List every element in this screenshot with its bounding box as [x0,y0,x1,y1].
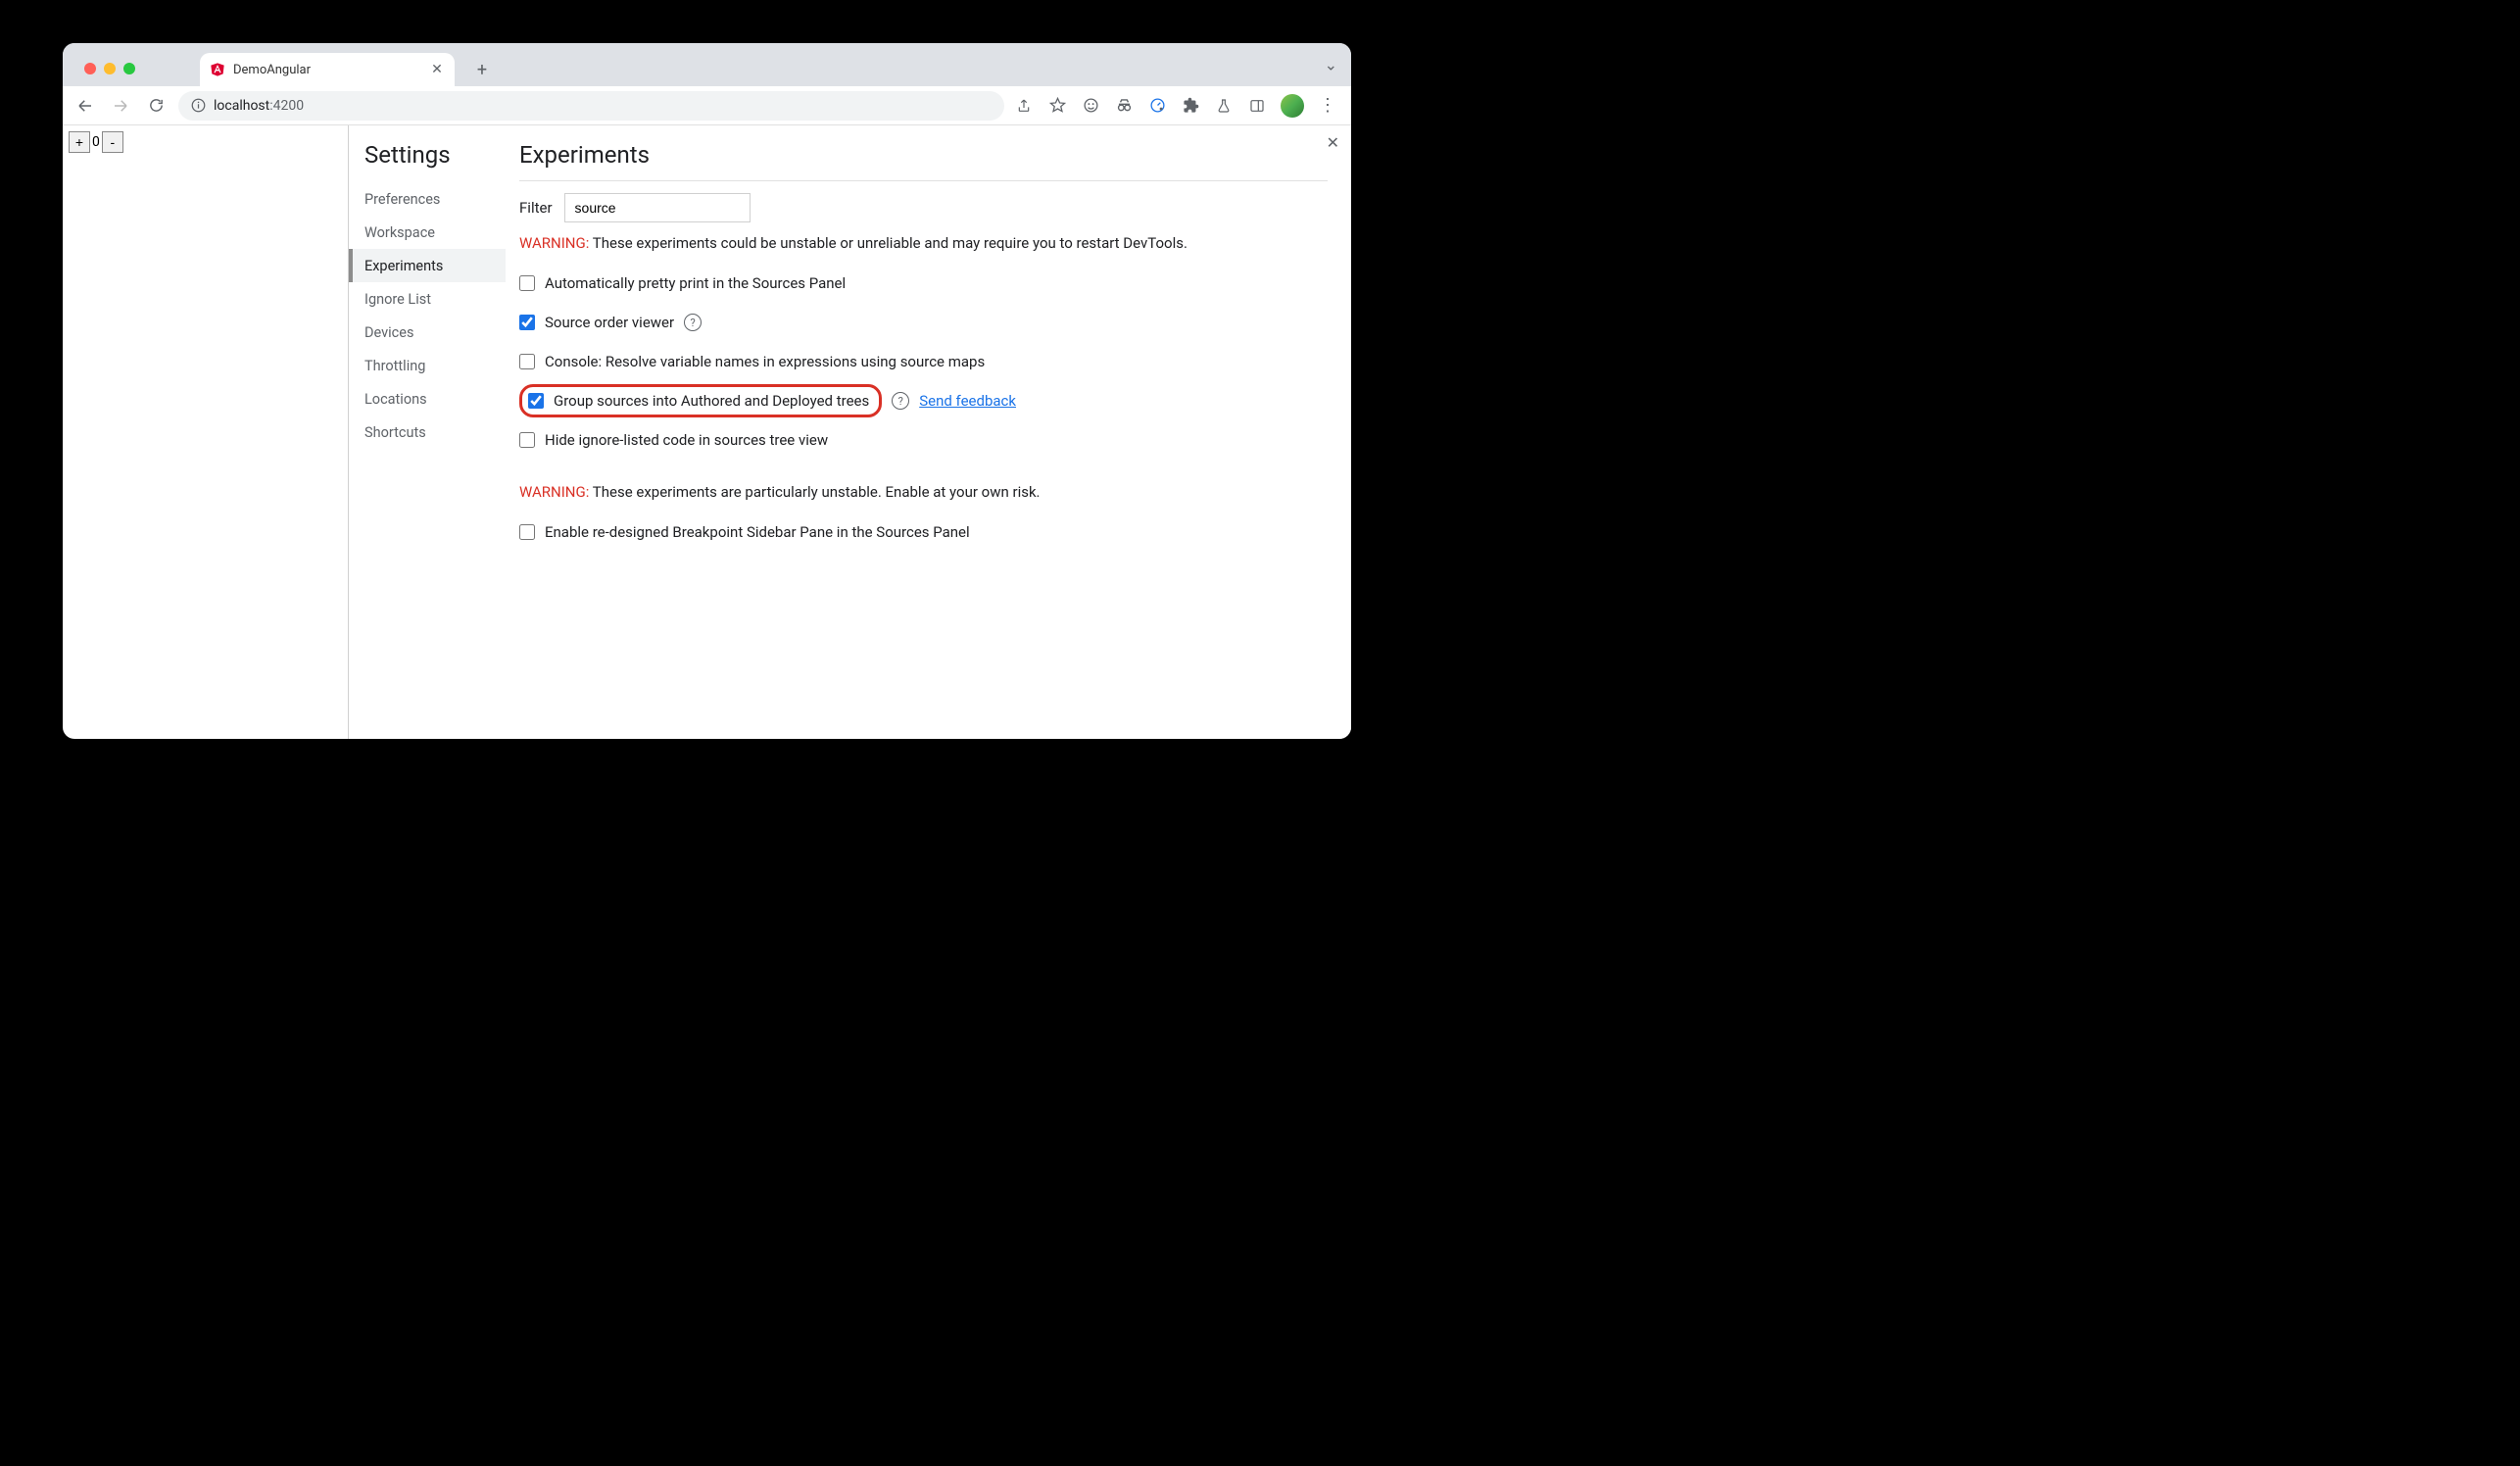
close-tab-icon[interactable]: ✕ [429,62,445,77]
share-icon[interactable] [1014,96,1034,116]
warning-label: WARNING: [519,483,589,501]
experiment-checkbox-console-resolve[interactable] [519,354,535,369]
back-button[interactable] [73,93,98,119]
experiment-row: Source order viewer ? [519,303,1328,342]
settings-title: Settings [364,141,506,169]
counter-value: 0 [90,134,102,150]
decrement-button[interactable]: - [102,131,123,153]
browser-menu-icon[interactable]: ⋮ [1318,96,1337,116]
tab-list-chevron-icon[interactable]: ⌄ [1325,56,1337,74]
filter-input[interactable] [564,193,751,222]
highlight-annotation: Group sources into Authored and Deployed… [519,384,882,417]
experiment-checkbox-source-order[interactable] [519,315,535,330]
sidebar-item-preferences[interactable]: Preferences [349,182,506,216]
extensions-puzzle-icon[interactable] [1181,96,1200,116]
experiment-checkbox-breakpoint-sidebar[interactable] [519,524,535,540]
toolbar-actions: ⋮ [1014,94,1341,118]
labs-flask-icon[interactable] [1214,96,1234,116]
page-title: Experiments [519,141,1328,181]
counter-widget: + 0 - [69,131,123,153]
extension-dial-icon[interactable] [1147,96,1167,116]
new-tab-button[interactable]: + [468,56,496,83]
help-icon[interactable]: ? [892,392,909,410]
sidebar-item-ignore-list[interactable]: Ignore List [349,282,506,316]
reload-button[interactable] [143,93,169,119]
experiment-label: Source order viewer [545,314,674,331]
window-controls [76,63,143,86]
sidebar-item-workspace[interactable]: Workspace [349,216,506,249]
profile-avatar[interactable] [1281,94,1304,118]
experiment-row-highlighted: Group sources into Authored and Deployed… [519,381,1328,420]
experiment-checkbox-hide-ignore-listed[interactable] [519,432,535,448]
sidepanel-icon[interactable] [1247,96,1267,116]
sidebar-item-experiments[interactable]: Experiments [349,249,506,282]
experiment-row: Enable re-designed Breakpoint Sidebar Pa… [519,513,1328,552]
sidebar-item-devices[interactable]: Devices [349,316,506,349]
extension-incognito-icon[interactable] [1114,96,1134,116]
experiment-checkbox-group-sources[interactable] [528,393,544,409]
experiment-row: Automatically pretty print in the Source… [519,264,1328,303]
page-content: + 0 - [63,125,349,739]
experiment-label: Enable re-designed Breakpoint Sidebar Pa… [545,523,970,541]
browser-window: DemoAngular ✕ + ⌄ localhost:4200 [63,43,1351,739]
extension-face-icon[interactable] [1081,96,1100,116]
sidebar-item-throttling[interactable]: Throttling [349,349,506,382]
filter-row: Filter [519,193,1328,222]
experiment-label: Console: Resolve variable names in expre… [545,353,985,370]
filter-label: Filter [519,199,553,217]
address-bar[interactable]: localhost:4200 [178,91,1004,121]
send-feedback-link[interactable]: Send feedback [919,392,1016,410]
content-area: + 0 - ✕ Settings Preferences Workspace E… [63,125,1351,739]
close-settings-icon[interactable]: ✕ [1327,133,1339,152]
sidebar-item-locations[interactable]: Locations [349,382,506,415]
forward-button[interactable] [108,93,133,119]
increment-button[interactable]: + [69,131,90,153]
tab-strip: DemoAngular ✕ + ⌄ [63,43,1351,86]
sidebar-item-shortcuts[interactable]: Shortcuts [349,415,506,449]
tab-title: DemoAngular [233,63,421,77]
warning-text: These experiments could be unstable or u… [589,234,1187,252]
experiment-label: Group sources into Authored and Deployed… [554,392,869,410]
experiment-row: Console: Resolve variable names in expre… [519,342,1328,381]
bookmark-star-icon[interactable] [1047,96,1067,116]
experiment-label: Hide ignore-listed code in sources tree … [545,431,828,449]
settings-main: Experiments Filter WARNING: These experi… [506,125,1351,739]
warning-label: WARNING: [519,234,589,252]
close-window-button[interactable] [84,63,96,74]
experiment-row: Hide ignore-listed code in sources tree … [519,420,1328,460]
url-host: localhost:4200 [214,98,304,114]
warning-text: These experiments are particularly unsta… [589,483,1040,501]
angular-icon [210,62,225,77]
warning-unstable: WARNING: These experiments could be unst… [519,234,1328,252]
help-icon[interactable]: ? [684,314,702,331]
browser-tab[interactable]: DemoAngular ✕ [200,53,455,86]
settings-sidebar: Settings Preferences Workspace Experimen… [349,125,506,739]
minimize-window-button[interactable] [104,63,116,74]
experiment-label: Automatically pretty print in the Source… [545,274,846,292]
experiment-checkbox-pretty-print[interactable] [519,275,535,291]
browser-toolbar: localhost:4200 [63,86,1351,125]
warning-particularly-unstable: WARNING: These experiments are particula… [519,483,1328,501]
site-info-icon[interactable] [190,98,206,114]
maximize-window-button[interactable] [123,63,135,74]
devtools-settings-panel: ✕ Settings Preferences Workspace Experim… [349,125,1351,739]
